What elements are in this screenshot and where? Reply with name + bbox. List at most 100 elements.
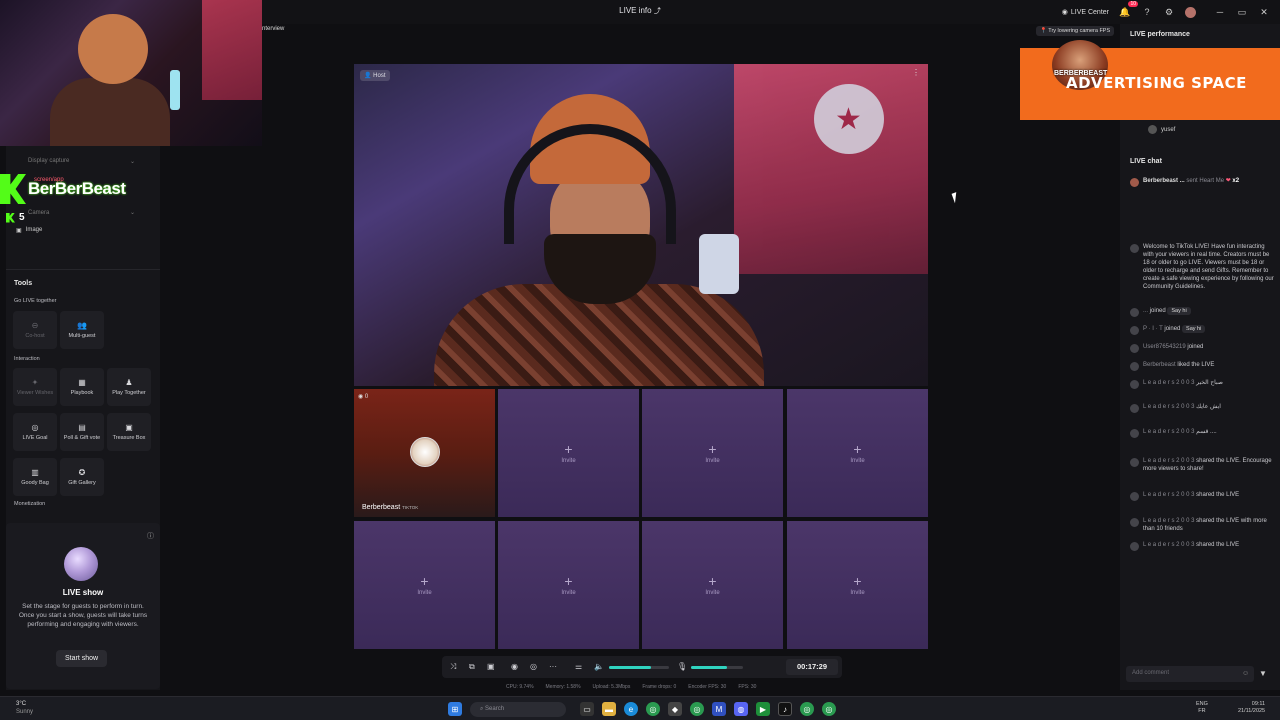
maximize-icon[interactable]: ▭	[1236, 6, 1248, 18]
live-show-card: ⓘ LIVE show Set the stage for guests to …	[6, 523, 160, 689]
co-host-button[interactable]: ⊖ Co-host	[13, 311, 57, 349]
stat-upload: Upload: 5.3Mbps	[592, 684, 631, 690]
source-camera[interactable]: Camera	[28, 210, 49, 216]
chevron-down-icon[interactable]: ⌄	[130, 209, 135, 216]
mirror-icon[interactable]: ⧉	[469, 662, 475, 672]
source-display-capture[interactable]: Display capture	[28, 158, 69, 164]
host-video[interactable]: ★ 👤 Host ⋮	[354, 64, 928, 386]
host-headset	[504, 124, 676, 244]
minimize-icon[interactable]: ─	[1214, 6, 1226, 18]
viewer-entry[interactable]: yusef	[1148, 125, 1175, 134]
chrome-icon[interactable]: ◎	[800, 702, 814, 716]
invite-slot[interactable]: + Invite	[642, 389, 783, 517]
notification-icon[interactable]: 🔔 10	[1119, 1, 1138, 18]
close-icon[interactable]: ✕	[1258, 6, 1270, 18]
play-together-button[interactable]: ♟ Play Together	[107, 368, 151, 406]
settings-icon[interactable]: ⚙	[1163, 6, 1175, 18]
terminal-icon[interactable]: ▶	[756, 702, 770, 716]
avatar	[1130, 429, 1139, 438]
live-center-button[interactable]: ◉ LIVE Center	[1061, 8, 1109, 17]
kick-small-icon	[6, 212, 15, 223]
person-body	[50, 78, 170, 146]
invite-slot[interactable]: + Invite	[642, 521, 783, 649]
chevron-down-icon[interactable]: ⌄	[130, 158, 135, 165]
viewer-wishes-button[interactable]: ✦ Viewer Wishes	[13, 368, 57, 406]
discord-icon[interactable]: ◍	[734, 702, 748, 716]
speaker-slider[interactable]	[609, 666, 669, 669]
chrome-icon[interactable]: ◎	[822, 702, 836, 716]
chrome-icon[interactable]: ◎	[690, 702, 704, 716]
emoji-icon[interactable]: ☺	[1242, 670, 1249, 677]
gift-gallery-button[interactable]: ✪ Gift Gallery	[60, 458, 104, 496]
source-image[interactable]: ▣ Image	[16, 227, 42, 234]
divider	[6, 269, 160, 270]
invite-slot[interactable]: + Invite	[787, 389, 928, 517]
info-icon[interactable]: ⓘ	[147, 531, 154, 541]
speaker-icon[interactable]: 🔈	[594, 662, 604, 671]
speaker-level	[609, 666, 651, 669]
file-explorer-icon[interactable]: ▬	[602, 702, 616, 716]
mic-slider[interactable]	[691, 666, 743, 669]
multi-guest-button[interactable]: 👥 Multi-guest	[60, 311, 104, 349]
invite-slot[interactable]: + Invite	[354, 521, 495, 649]
start-icon[interactable]: ⊞	[448, 702, 462, 716]
language-indicator[interactable]: ENG FR	[1196, 701, 1208, 715]
tiktok-icon[interactable]: ♪	[778, 702, 792, 716]
invite-slot[interactable]: + Invite	[498, 389, 639, 517]
image-icon: ▣	[16, 228, 22, 234]
invite-slot[interactable]: + Invite	[787, 521, 928, 649]
avatar[interactable]	[1185, 6, 1196, 18]
task-view-icon[interactable]: ▭	[580, 702, 594, 716]
chat-message: L e a d e r s 2 0 0 3 shared the LIVE wi…	[1130, 517, 1276, 533]
plus-icon: +	[420, 572, 429, 589]
avatar	[1130, 404, 1139, 413]
mail-icon[interactable]: M	[712, 702, 726, 716]
weather-widget[interactable]: 3°C Sunny	[16, 700, 33, 716]
app-icon[interactable]: ◆	[668, 702, 682, 716]
disco-ball-icon	[64, 547, 98, 581]
invite-label: Invite	[705, 457, 720, 464]
chat-text: joined	[1187, 344, 1204, 350]
more-icon[interactable]: ⋮	[912, 68, 920, 77]
taskbar-search[interactable]: ⌕ Search	[470, 702, 566, 717]
person-head	[78, 14, 148, 84]
edge-icon[interactable]: e	[624, 702, 638, 716]
pin-icon: 📍	[1040, 28, 1047, 34]
mic-icon[interactable]: 🎙	[677, 662, 687, 671]
poll-gift-vote-button[interactable]: ▤ Poll & Gift vote	[60, 413, 104, 451]
bag-icon: ▥	[31, 467, 39, 477]
send-icon[interactable]: ▼	[1259, 669, 1267, 678]
invite-label: Invite	[850, 457, 865, 464]
chat-text: shared the LIVE	[1196, 492, 1240, 498]
treasure-box-button[interactable]: ▣ Treasure Box	[107, 413, 151, 451]
adjust-icon[interactable]: ⚌	[575, 662, 582, 671]
camera-tip[interactable]: 📍 Try lowering camera FPS	[1036, 26, 1115, 36]
chat-message: Berberbeast liked the LIVE	[1130, 361, 1276, 371]
layout-icon[interactable]: ▣	[487, 662, 495, 671]
invite-slot[interactable]: + Invite	[498, 521, 639, 649]
chat-username: P · I · T	[1143, 326, 1163, 332]
chat-message: L e a d e r s 2 0 0 3 قسم ....	[1130, 428, 1276, 438]
start-show-button[interactable]: Start show	[56, 650, 108, 667]
chrome-icon[interactable]: ◎	[646, 702, 660, 716]
goody-bag-button[interactable]: ▥ Goody Bag	[13, 458, 57, 496]
say-hi-button[interactable]: Say hi	[1182, 325, 1206, 333]
goal-icon: ◎	[31, 422, 39, 432]
more-icon[interactable]: ···	[549, 662, 557, 671]
clock[interactable]: 09:11 21/11/2025	[1238, 701, 1265, 715]
invite-label: Invite	[417, 589, 432, 596]
live-center-icon: ◉	[1061, 9, 1068, 16]
stat-encoder-fps: Encoder FPS: 30	[688, 684, 727, 690]
comment-input[interactable]: Add comment	[1126, 666, 1254, 682]
kick-logo-icon	[0, 174, 26, 204]
record-icon[interactable]: ◉	[511, 662, 518, 671]
help-icon[interactable]: ?	[1141, 6, 1153, 18]
guest-slot-1[interactable]: ◉ 0 Berberbeast TIKTOK	[354, 389, 495, 517]
live-goal-button[interactable]: ◎ LIVE Goal	[13, 413, 57, 451]
playbook-button[interactable]: ▦ Playbook	[60, 368, 104, 406]
avatar	[1130, 458, 1139, 467]
say-hi-button[interactable]: Say hi	[1167, 307, 1191, 315]
control-bar: ⤨ ⧉ ▣ ◉ ◎ ··· ⚌ 🔈 🎙 00:17:29	[442, 656, 842, 678]
replay-icon[interactable]: ◎	[530, 662, 537, 671]
effects-icon[interactable]: ⤨	[450, 662, 456, 672]
